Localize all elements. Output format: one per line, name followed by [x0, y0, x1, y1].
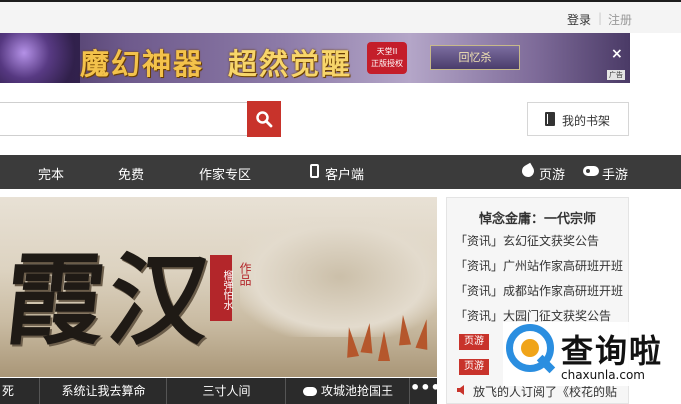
- phone-icon: [310, 164, 319, 178]
- game-tag[interactable]: 页游: [459, 334, 489, 350]
- army-flag: [360, 322, 376, 354]
- hero-title-char-2: 汉: [102, 241, 216, 359]
- watermark-logo: 查询啦 chaxunla.com: [503, 322, 681, 386]
- banner-artwork: [0, 33, 80, 83]
- hero-tab[interactable]: 系统让我去算命: [41, 378, 167, 404]
- bookshelf-label: 我的书架: [562, 114, 611, 128]
- nav-item-complete[interactable]: 完本: [38, 164, 64, 183]
- nav-item-client[interactable]: 客户端: [325, 164, 364, 183]
- watermark-text: 查询啦: [561, 332, 664, 370]
- author-seal: 榴弹怕水: [210, 255, 232, 321]
- more-button[interactable]: •••: [409, 378, 441, 404]
- hero-slide[interactable]: 霞 汉 榴弹怕水 作品: [0, 197, 437, 377]
- search-input[interactable]: [0, 102, 248, 136]
- hero-tab[interactable]: 死: [0, 378, 40, 404]
- leaf-icon: [519, 162, 537, 180]
- bookshelf-button[interactable]: 我的书架: [527, 102, 629, 136]
- ad-tag: 广告: [607, 70, 625, 80]
- speaker-icon: [457, 385, 464, 395]
- army-flag: [378, 331, 390, 361]
- nav-item-free[interactable]: 免费: [118, 164, 144, 183]
- news-item[interactable]: 「资讯」广州站作家高研班开班: [455, 257, 623, 274]
- news-panel-title[interactable]: 悼念金庸：一代宗师: [447, 208, 628, 227]
- magnifier-handle: [536, 354, 556, 374]
- news-item[interactable]: 「资讯」成都站作家高研班开班: [455, 282, 623, 299]
- hero-tab-strip: 死 系统让我去算命 三寸人间 攻城池抢国王 •••: [0, 378, 441, 404]
- banner-title-1: 魔幻神器: [80, 47, 205, 81]
- gamepad-icon: [302, 387, 317, 396]
- hero-title-char-1: 霞: [0, 241, 112, 359]
- search-button[interactable]: [247, 101, 281, 137]
- main-nav: 完本 免费 作家专区 客户端 页游 手游: [0, 155, 681, 189]
- hero-subtitle: 作品: [238, 262, 252, 286]
- ad-banner[interactable]: 魔幻神器 超然觉醒 天堂II 正版授权 回忆杀 × 广告: [0, 33, 630, 83]
- gamepad-icon: [583, 166, 599, 176]
- game-tag[interactable]: 页游: [459, 359, 489, 375]
- badge-line-1: 天堂II: [376, 47, 398, 56]
- login-link[interactable]: 登录: [567, 11, 591, 28]
- topbar-separator: |: [598, 11, 603, 25]
- hero-tab[interactable]: 三寸人间: [168, 378, 286, 404]
- register-link[interactable]: 注册: [608, 11, 632, 28]
- banner-title-2: 超然觉醒: [228, 47, 353, 81]
- banner-cta-button[interactable]: 回忆杀: [430, 45, 520, 70]
- nav-item-page-game[interactable]: 页游: [539, 164, 565, 183]
- badge-line-2: 正版授权: [371, 59, 403, 68]
- watermark-url: chaxunla.com: [561, 368, 645, 382]
- hero-tab-label: 攻城池抢国王: [320, 384, 393, 398]
- banner-badge: 天堂II 正版授权: [367, 42, 407, 74]
- book-icon: [545, 112, 555, 126]
- nav-item-mobile-game[interactable]: 手游: [602, 164, 628, 183]
- army-flag: [396, 314, 412, 346]
- search-icon: [256, 111, 273, 128]
- nav-item-author-zone[interactable]: 作家专区: [199, 164, 251, 183]
- news-item[interactable]: 「资讯」玄幻征文获奖公告: [455, 232, 599, 249]
- top-bar: 登录 | 注册: [0, 0, 681, 33]
- close-icon[interactable]: ×: [611, 47, 625, 61]
- hero-tab-active[interactable]: 攻城池抢国王: [287, 378, 409, 404]
